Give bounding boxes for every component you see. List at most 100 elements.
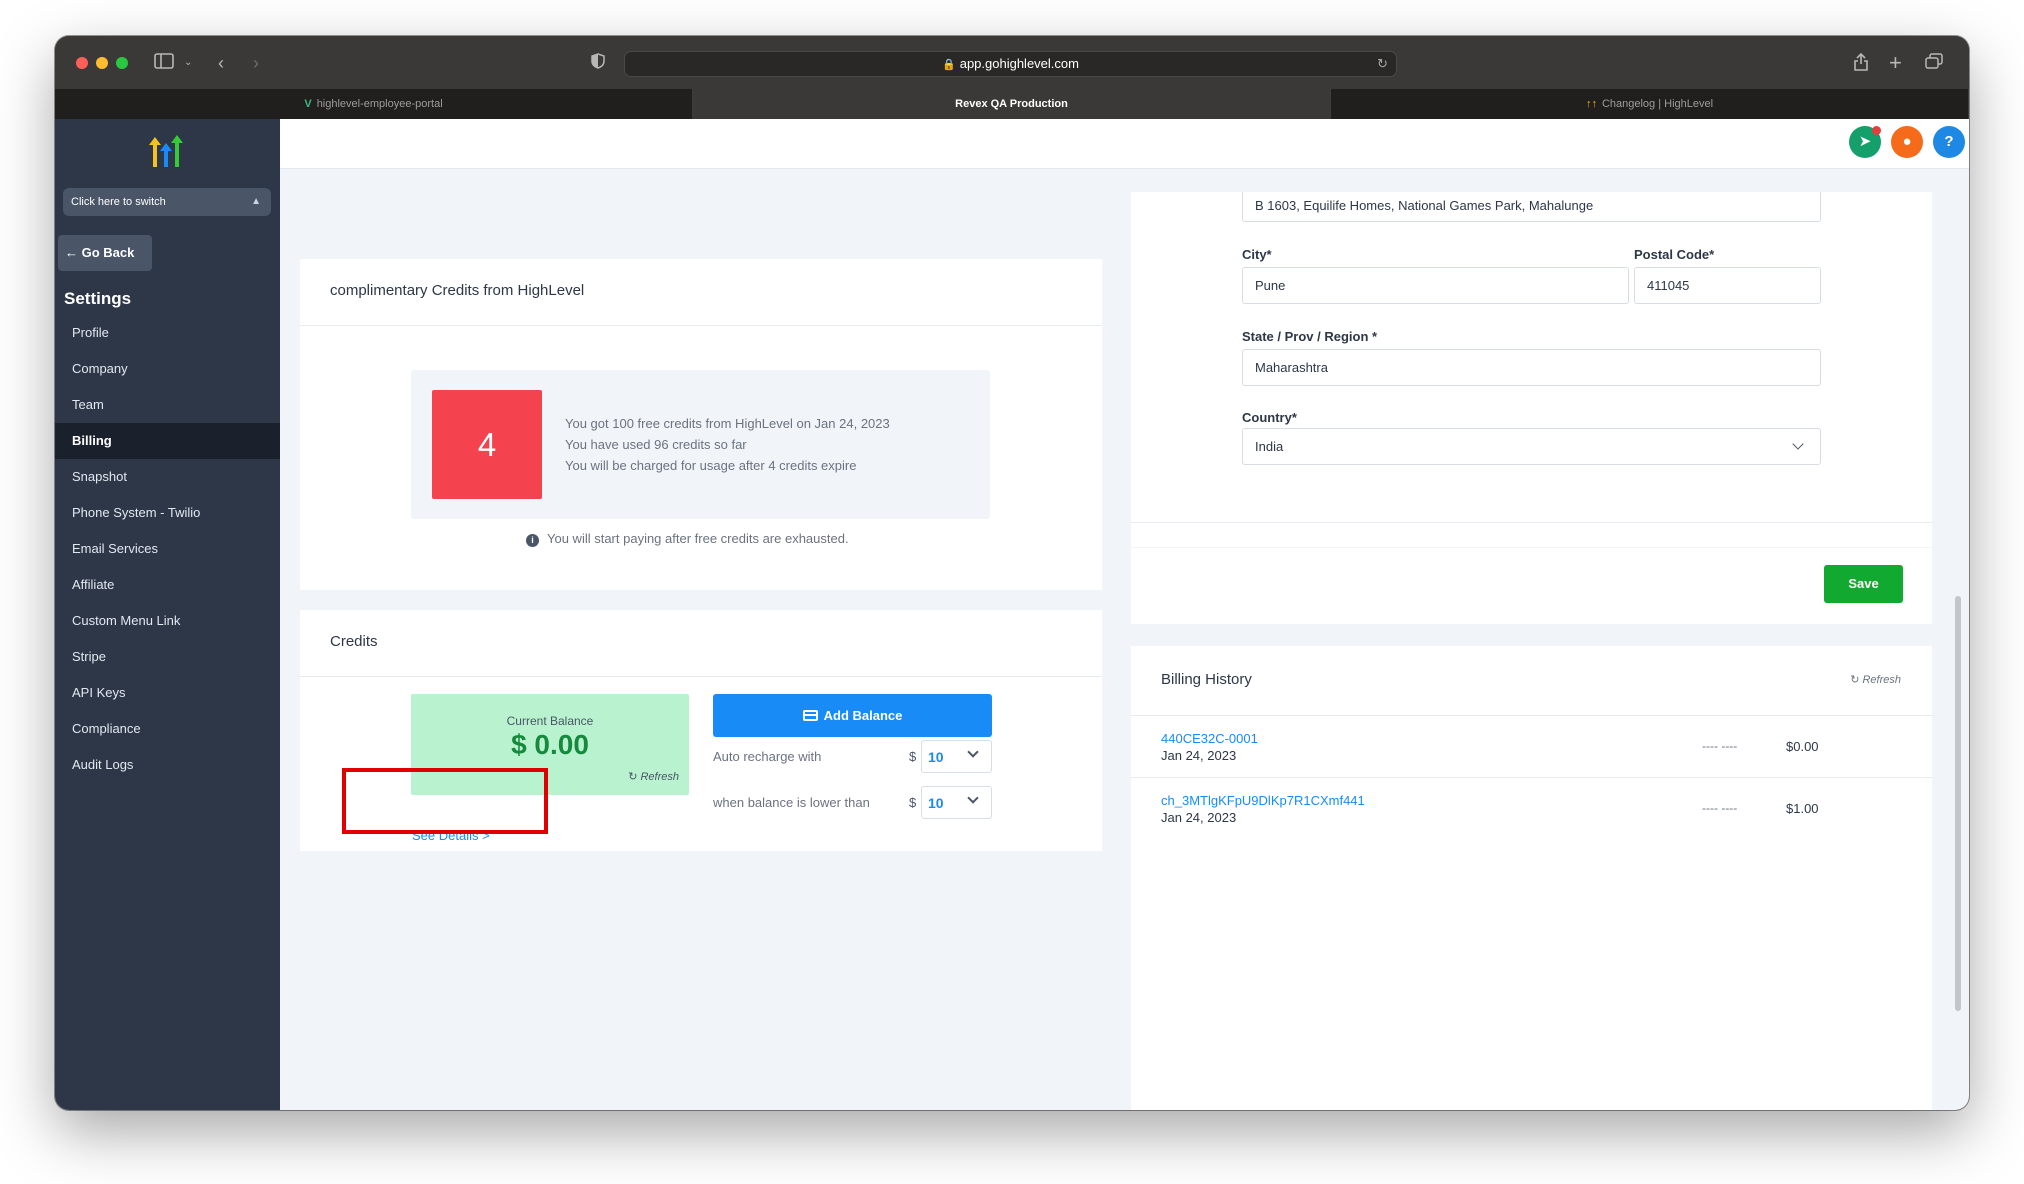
forward-arrow-icon[interactable]: ›: [253, 53, 259, 73]
sidebar-item-billing[interactable]: Billing: [55, 423, 280, 459]
highlevel-logo-icon[interactable]: [147, 133, 187, 169]
info-icon: i: [526, 534, 539, 547]
add-balance-label: Add Balance: [823, 708, 903, 723]
sidebar-item-profile[interactable]: Profile: [55, 315, 280, 351]
current-balance-amount: $ 0.00: [511, 729, 589, 760]
arrow-left-icon: ←: [65, 245, 78, 260]
share-icon[interactable]: [1854, 52, 1868, 75]
tab-label: highlevel-employee-portal: [316, 98, 443, 110]
sidebar-item-custom-menu-link[interactable]: Custom Menu Link: [55, 603, 280, 639]
sidebar-item-email-services[interactable]: Email Services: [55, 531, 280, 567]
billing-history-card: Billing History ↻ Refresh 440CE32C-0001 …: [1131, 646, 1932, 1110]
auto-recharge-value: 10: [928, 749, 944, 765]
save-button[interactable]: Save: [1824, 565, 1903, 603]
balance-threshold-select[interactable]: 10: [921, 786, 992, 819]
paying-note-text: You will start paying after free credits…: [547, 531, 849, 546]
complimentary-credits-title: complimentary Credits from HighLevel: [330, 282, 585, 299]
invoice-date: Jan 24, 2023: [1161, 810, 1237, 825]
tab-label: Changelog | HighLevel: [1601, 98, 1714, 110]
billing-history-refresh-link[interactable]: ↻ Refresh: [1850, 673, 1901, 686]
auto-recharge-amount-select[interactable]: 10: [921, 740, 992, 773]
sidebar-item-audit-logs[interactable]: Audit Logs: [55, 747, 280, 783]
chevron-down-icon[interactable]: ⌄: [184, 53, 192, 73]
url-text: app.gohighlevel.com: [959, 56, 1079, 71]
threshold-value: 10: [928, 795, 944, 811]
refresh-icon: ↻: [628, 771, 638, 783]
divider: [300, 676, 1102, 677]
zoom-window-button[interactable]: [116, 57, 128, 69]
credit-card-icon: [802, 710, 818, 721]
city-field[interactable]: Pune: [1242, 267, 1629, 304]
sidebar-toggle-icon[interactable]: [154, 53, 174, 73]
invoice-id-link[interactable]: ch_3MTlgKFpU9DlKp7R1CXmf441: [1161, 793, 1365, 808]
address-bar[interactable]: 🔒 app.gohighlevel.com ↻: [624, 51, 1397, 77]
address-field[interactable]: B 1603, Equilife Homes, National Games P…: [1242, 192, 1821, 222]
tab-overview-icon[interactable]: [1925, 53, 1943, 73]
refresh-icon: ↻: [1850, 674, 1860, 686]
currency-symbol: $: [909, 749, 917, 764]
page-scrollbar[interactable]: [1955, 596, 1961, 1011]
chevron-down-icon: [1792, 438, 1804, 450]
table-row: ch_3MTlgKFpU9DlKp7R1CXmf441 Jan 24, 2023…: [1131, 778, 1932, 840]
tab-label: Revex QA Production: [955, 98, 1068, 110]
add-balance-button[interactable]: Add Balance: [713, 694, 992, 737]
divider: [300, 325, 1102, 326]
new-tab-icon[interactable]: +: [1889, 52, 1902, 74]
sidebar-item-api-keys[interactable]: API Keys: [55, 675, 280, 711]
table-row: 440CE32C-0001 Jan 24, 2023 ---- ---- $0.…: [1131, 716, 1932, 778]
reload-icon[interactable]: ↻: [1377, 52, 1388, 76]
chevron-down-icon: [967, 746, 979, 758]
divider: [1131, 522, 1932, 523]
back-arrow-icon[interactable]: ‹: [218, 53, 224, 73]
sidebar-item-snapshot[interactable]: Snapshot: [55, 459, 280, 495]
save-section: Save: [1131, 548, 1932, 624]
tab-revex-qa[interactable]: Revex QA Production: [693, 89, 1331, 119]
close-window-button[interactable]: [76, 57, 88, 69]
balance-refresh-link[interactable]: ↻ Refresh: [628, 770, 679, 783]
complimentary-credits-card: complimentary Credits from HighLevel 4 Y…: [300, 259, 1102, 590]
privacy-shield-icon[interactable]: [591, 53, 605, 73]
invoice-id-link[interactable]: 440CE32C-0001: [1161, 731, 1258, 746]
browser-tab-bar: Vhighlevel-employee-portal Revex QA Prod…: [55, 89, 1969, 119]
free-credits-line: You got 100 free credits from HighLevel …: [565, 416, 890, 431]
highlevel-logo-icon: ↑↑: [1585, 98, 1597, 110]
billing-address-card: B 1603, Equilife Homes, National Games P…: [1131, 192, 1932, 547]
help-icon[interactable]: ?: [1933, 126, 1965, 158]
postal-code-field[interactable]: 411045: [1634, 267, 1821, 304]
sidebar: Click here to switch ▲ ← Go Back Setting…: [55, 119, 280, 1110]
paying-note: i You will start paying after free credit…: [526, 531, 849, 547]
account-switcher[interactable]: Click here to switch ▲: [63, 188, 271, 216]
sidebar-item-affiliate[interactable]: Affiliate: [55, 567, 280, 603]
sidebar-item-stripe[interactable]: Stripe: [55, 639, 280, 675]
lock-icon: 🔒: [942, 59, 956, 71]
tab-changelog[interactable]: ↑↑ Changelog | HighLevel: [1331, 89, 1969, 119]
country-value: India: [1255, 439, 1284, 454]
postal-code-label: Postal Code*: [1634, 247, 1715, 262]
refresh-label: Refresh: [1862, 674, 1901, 686]
charge-notice-line: You will be charged for usage after 4 cr…: [565, 458, 857, 473]
switcher-label: Click here to switch: [71, 196, 166, 208]
country-select[interactable]: India: [1242, 428, 1821, 465]
go-back-button[interactable]: ← Go Back: [58, 235, 152, 271]
bell-icon[interactable]: ●: [1891, 126, 1923, 158]
megaphone-icon[interactable]: ➤: [1849, 126, 1881, 158]
city-label: City*: [1242, 247, 1272, 262]
tab-employee-portal[interactable]: Vhighlevel-employee-portal: [55, 89, 693, 119]
invoice-amount: $0.00: [1786, 739, 1819, 754]
invoice-status: ---- ----: [1702, 801, 1738, 815]
app-content: Click here to switch ▲ ← Go Back Setting…: [55, 119, 1969, 1110]
credits-title: Credits: [330, 633, 378, 650]
minimize-window-button[interactable]: [96, 57, 108, 69]
sidebar-item-team[interactable]: Team: [55, 387, 280, 423]
refresh-label: Refresh: [640, 771, 679, 783]
sidebar-item-company[interactable]: Company: [55, 351, 280, 387]
up-down-chevron-icon: ▲: [251, 196, 261, 207]
sidebar-item-phone-system[interactable]: Phone System - Twilio: [55, 495, 280, 531]
go-back-label: Go Back: [81, 245, 135, 260]
vue-logo-icon: V: [304, 98, 312, 110]
invoice-date: Jan 24, 2023: [1161, 748, 1237, 763]
invoice-status: ---- ----: [1702, 739, 1738, 753]
state-field[interactable]: Maharashtra: [1242, 349, 1821, 386]
sidebar-item-compliance[interactable]: Compliance: [55, 711, 280, 747]
chevron-down-icon: [967, 792, 979, 804]
